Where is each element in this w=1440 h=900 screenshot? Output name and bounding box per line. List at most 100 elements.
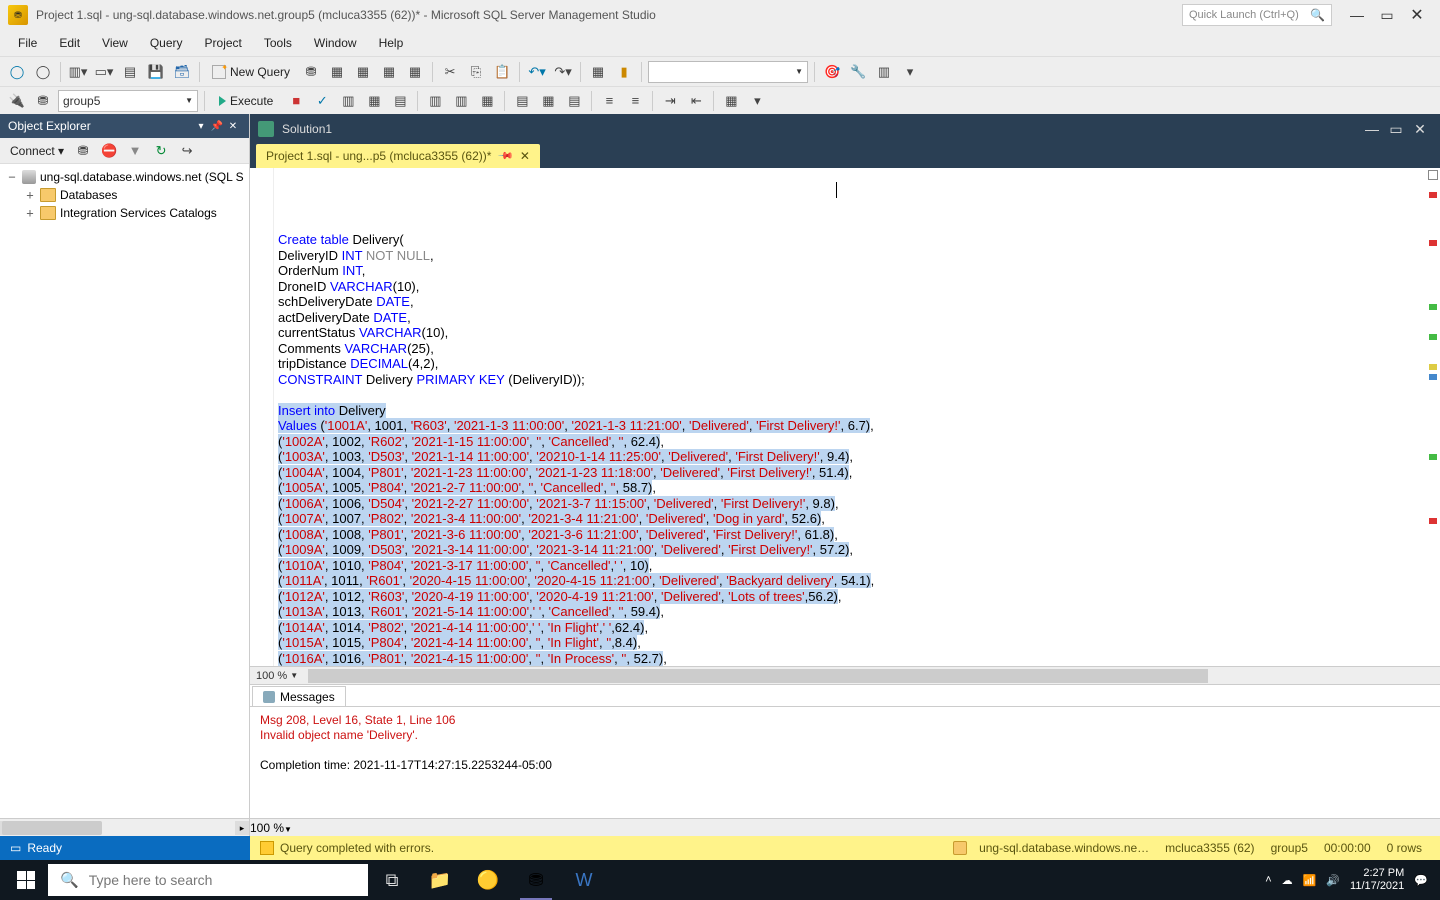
nav-fwd-button[interactable]: ◯	[32, 61, 54, 83]
taskbar-clock[interactable]: 2:27 PM 11/17/2021	[1350, 867, 1404, 893]
code-line[interactable]: ('1015A', 1015, 'P804', '2021-4-14 11:00…	[278, 635, 1424, 651]
code-line[interactable]: tripDistance DECIMAL(4,2),	[278, 356, 1424, 372]
filter-button[interactable]: ▼	[124, 140, 146, 162]
file-tab-active[interactable]: Project 1.sql - ung...p5 (mcluca3355 (62…	[256, 144, 540, 168]
chrome-taskbar-icon[interactable]: 🟡	[464, 860, 512, 900]
find-button[interactable]: 🎯	[821, 61, 843, 83]
results-text-button[interactable]: ▤	[511, 90, 533, 112]
expand-icon[interactable]: −	[6, 170, 18, 184]
code-line[interactable]: Insert into Delivery	[278, 403, 1424, 419]
pin-icon[interactable]: 📌	[497, 148, 514, 165]
new-project-button[interactable]: ▥▾	[67, 61, 89, 83]
comment-button[interactable]: ≡	[598, 90, 620, 112]
menu-tools[interactable]: Tools	[254, 33, 302, 53]
wifi-icon[interactable]: 📶	[1303, 874, 1317, 887]
undo-button[interactable]: ↶▾	[526, 61, 548, 83]
stop-button[interactable]: ⛔	[98, 140, 120, 162]
indent-button[interactable]: ⇥	[659, 90, 681, 112]
code-line[interactable]: ('1006A', 1006, 'D504', '2021-2-27 11:00…	[278, 496, 1424, 512]
start-button[interactable]	[4, 860, 48, 900]
code-line[interactable]: ('1011A', 1011, 'R601', '2020-4-15 11:00…	[278, 573, 1424, 589]
code-line[interactable]: currentStatus VARCHAR(10),	[278, 325, 1424, 341]
system-tray[interactable]: ˄ ☁ 📶 🔊 2:27 PM 11/17/2021 💬	[1265, 867, 1436, 893]
xmla-button[interactable]: ▦	[404, 61, 426, 83]
menu-window[interactable]: Window	[304, 33, 367, 53]
results-grid-button[interactable]: ▦	[537, 90, 559, 112]
close-button[interactable]: ✕	[1402, 3, 1432, 27]
cancel-query-button[interactable]: ■	[285, 90, 307, 112]
code-line[interactable]: ('1014A', 1014, 'P802', '2021-4-14 11:00…	[278, 620, 1424, 636]
scroll-right-icon[interactable]: ▸	[235, 821, 249, 835]
cut-button[interactable]: ✂	[439, 61, 461, 83]
menu-project[interactable]: Project	[195, 33, 252, 53]
messages-zoom-dropdown[interactable]: 100 %▼	[250, 821, 292, 835]
redo-button[interactable]: ↷▾	[552, 61, 574, 83]
volume-icon[interactable]: 🔊	[1326, 874, 1340, 887]
maximize-button[interactable]: ▭	[1372, 3, 1402, 27]
results-file-button[interactable]: ▤	[563, 90, 585, 112]
menu-view[interactable]: View	[92, 33, 138, 53]
open-button[interactable]: ▭▾	[93, 61, 115, 83]
code-line[interactable]: OrderNum INT,	[278, 263, 1424, 279]
expand-icon[interactable]: +	[24, 188, 36, 202]
menu-help[interactable]: Help	[369, 33, 414, 53]
messages-content[interactable]: Msg 208, Level 16, State 1, Line 106 Inv…	[250, 707, 1440, 818]
include-plan-button[interactable]: ▥	[424, 90, 446, 112]
code-line[interactable]: Create table Delivery(	[278, 232, 1424, 248]
paste-button[interactable]: 📋	[491, 61, 513, 83]
tray-chevron-icon[interactable]: ˄	[1265, 874, 1271, 886]
code-line[interactable]: ('1002A', 1002, 'R602', '2021-1-15 11:00…	[278, 434, 1424, 450]
execute-button[interactable]: Execute	[211, 90, 281, 112]
taskbar-search[interactable]: 🔍 Type here to search	[48, 864, 368, 896]
doc-maximize-button[interactable]: ▭	[1384, 117, 1408, 141]
disconnect-button[interactable]: ⛃	[72, 140, 94, 162]
panel-close-button[interactable]: ✕	[225, 118, 241, 134]
task-view-button[interactable]: ⧉	[368, 860, 416, 900]
tools-button[interactable]: 🔧	[847, 61, 869, 83]
activity-button[interactable]: ▮	[613, 61, 635, 83]
dmx-button[interactable]: ▦	[378, 61, 400, 83]
panel-dropdown-button[interactable]: ▾	[193, 118, 209, 134]
include-client-stats-button[interactable]: ▦	[476, 90, 498, 112]
database-engine-query-button[interactable]: ⛃	[300, 61, 322, 83]
explorer-taskbar-icon[interactable]: 📁	[416, 860, 464, 900]
quick-launch-input[interactable]: Quick Launch (Ctrl+Q) 🔍	[1182, 4, 1332, 26]
specify-values-button[interactable]: ▦	[720, 90, 742, 112]
display-plan-button[interactable]: ▥	[337, 90, 359, 112]
tab-close-icon[interactable]: ✕	[520, 149, 530, 163]
query-options-button[interactable]: ▦	[363, 90, 385, 112]
code-line[interactable]: ('1005A', 1005, 'P804', '2021-2-7 11:00:…	[278, 480, 1424, 496]
code-line[interactable]: Comments VARCHAR(25),	[278, 341, 1424, 357]
minimize-button[interactable]: —	[1342, 3, 1372, 27]
properties-button[interactable]: ▦	[587, 61, 609, 83]
refresh-button[interactable]: ↻	[150, 140, 172, 162]
intellisense-button[interactable]: ▤	[389, 90, 411, 112]
messages-tab[interactable]: Messages	[252, 686, 346, 706]
code-line[interactable]	[278, 387, 1424, 403]
tree-node[interactable]: −ung-sql.database.windows.net (SQL S	[0, 168, 249, 186]
available-db-button[interactable]: ⛃	[32, 90, 54, 112]
doc-minimize-button[interactable]: —	[1360, 117, 1384, 141]
ssms-taskbar-icon[interactable]: ⛃	[512, 860, 560, 900]
add-button[interactable]: ▤	[119, 61, 141, 83]
zoom-dropdown[interactable]: 100 %▼	[250, 670, 304, 682]
include-stats-button[interactable]: ▥	[450, 90, 472, 112]
connect-button[interactable]: Connect ▾	[6, 142, 68, 160]
menu-file[interactable]: File	[8, 33, 47, 53]
split-icon[interactable]	[1428, 170, 1438, 180]
save-button[interactable]: 💾	[145, 61, 167, 83]
notifications-icon[interactable]: 💬	[1414, 874, 1428, 887]
expand-icon[interactable]: +	[24, 206, 36, 220]
code-line[interactable]: ('1008A', 1008, 'P801', '2021-3-6 11:00:…	[278, 527, 1424, 543]
horizontal-scrollbar[interactable]	[308, 669, 1436, 683]
code-line[interactable]: ('1009A', 1009, 'D503', '2021-3-14 11:00…	[278, 542, 1424, 558]
code-line[interactable]: ('1010A', 1010, 'P804', '2021-3-17 11:00…	[278, 558, 1424, 574]
code-editor[interactable]: Create table Delivery(DeliveryID INT NOT…	[250, 168, 1440, 666]
mdx-button[interactable]: ▦	[352, 61, 374, 83]
menu-edit[interactable]: Edit	[49, 33, 90, 53]
code-line[interactable]: CONSTRAINT Delivery PRIMARY KEY (Deliver…	[278, 372, 1424, 388]
code-line[interactable]: actDeliveryDate DATE,	[278, 310, 1424, 326]
solution-config-dropdown[interactable]: ▼	[648, 61, 808, 83]
uncomment-button[interactable]: ≡	[624, 90, 646, 112]
onedrive-icon[interactable]: ☁	[1282, 874, 1293, 887]
